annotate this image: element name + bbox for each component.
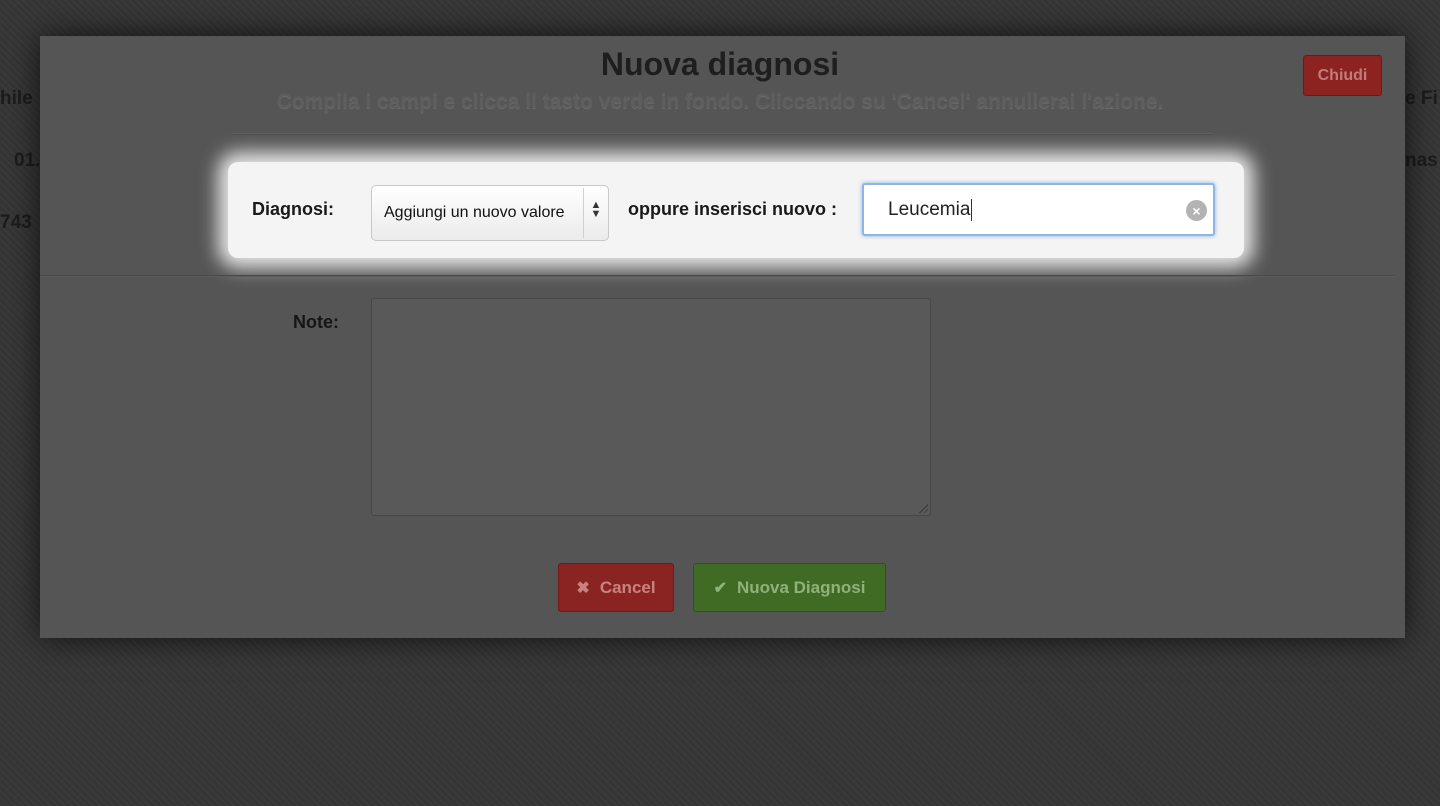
check-icon: ✔	[713, 579, 727, 597]
new-diagnosis-button-label: Nuova Diagnosi	[736, 577, 866, 597]
note-label: Note:	[293, 312, 339, 332]
cancel-button[interactable]: ✖ Cancel	[558, 563, 674, 612]
resize-handle-icon[interactable]	[918, 503, 928, 513]
new-value-label: oppure inserisci nuovo :	[628, 199, 838, 219]
header-divider	[232, 133, 1212, 135]
select-separator	[583, 188, 584, 238]
select-arrows-icon: ▲ ▼	[590, 199, 602, 220]
diagnosis-select-value: Aggiungi un nuovo valore	[384, 204, 565, 221]
new-diagnosis-input[interactable]: Leucemia ×	[862, 183, 1215, 236]
new-diagnosis-button[interactable]: ✔ Nuova Diagnosi	[693, 563, 886, 612]
close-button[interactable]: Chiudi	[1303, 55, 1382, 96]
modal-subtitle: Compila i campi e clicca il tasto verde …	[276, 90, 1164, 113]
close-icon: ✖	[576, 579, 590, 597]
clear-icon[interactable]: ×	[1186, 200, 1207, 221]
diagnosis-select[interactable]: Aggiungi un nuovo valore ▲ ▼	[371, 185, 609, 241]
diagnosi-label: Diagnosi:	[252, 199, 335, 219]
note-textarea[interactable]	[371, 298, 931, 516]
background-text-fragment: 743	[0, 212, 32, 233]
background-text-fragment: nas	[1405, 150, 1438, 171]
modal-title: Nuova diagnosi	[600, 46, 840, 82]
section-divider	[40, 275, 1395, 277]
cancel-button-label: Cancel	[599, 577, 656, 597]
new-diagnosis-input-value: Leucemia	[888, 199, 973, 221]
background-text-fragment: 01.	[14, 150, 41, 171]
